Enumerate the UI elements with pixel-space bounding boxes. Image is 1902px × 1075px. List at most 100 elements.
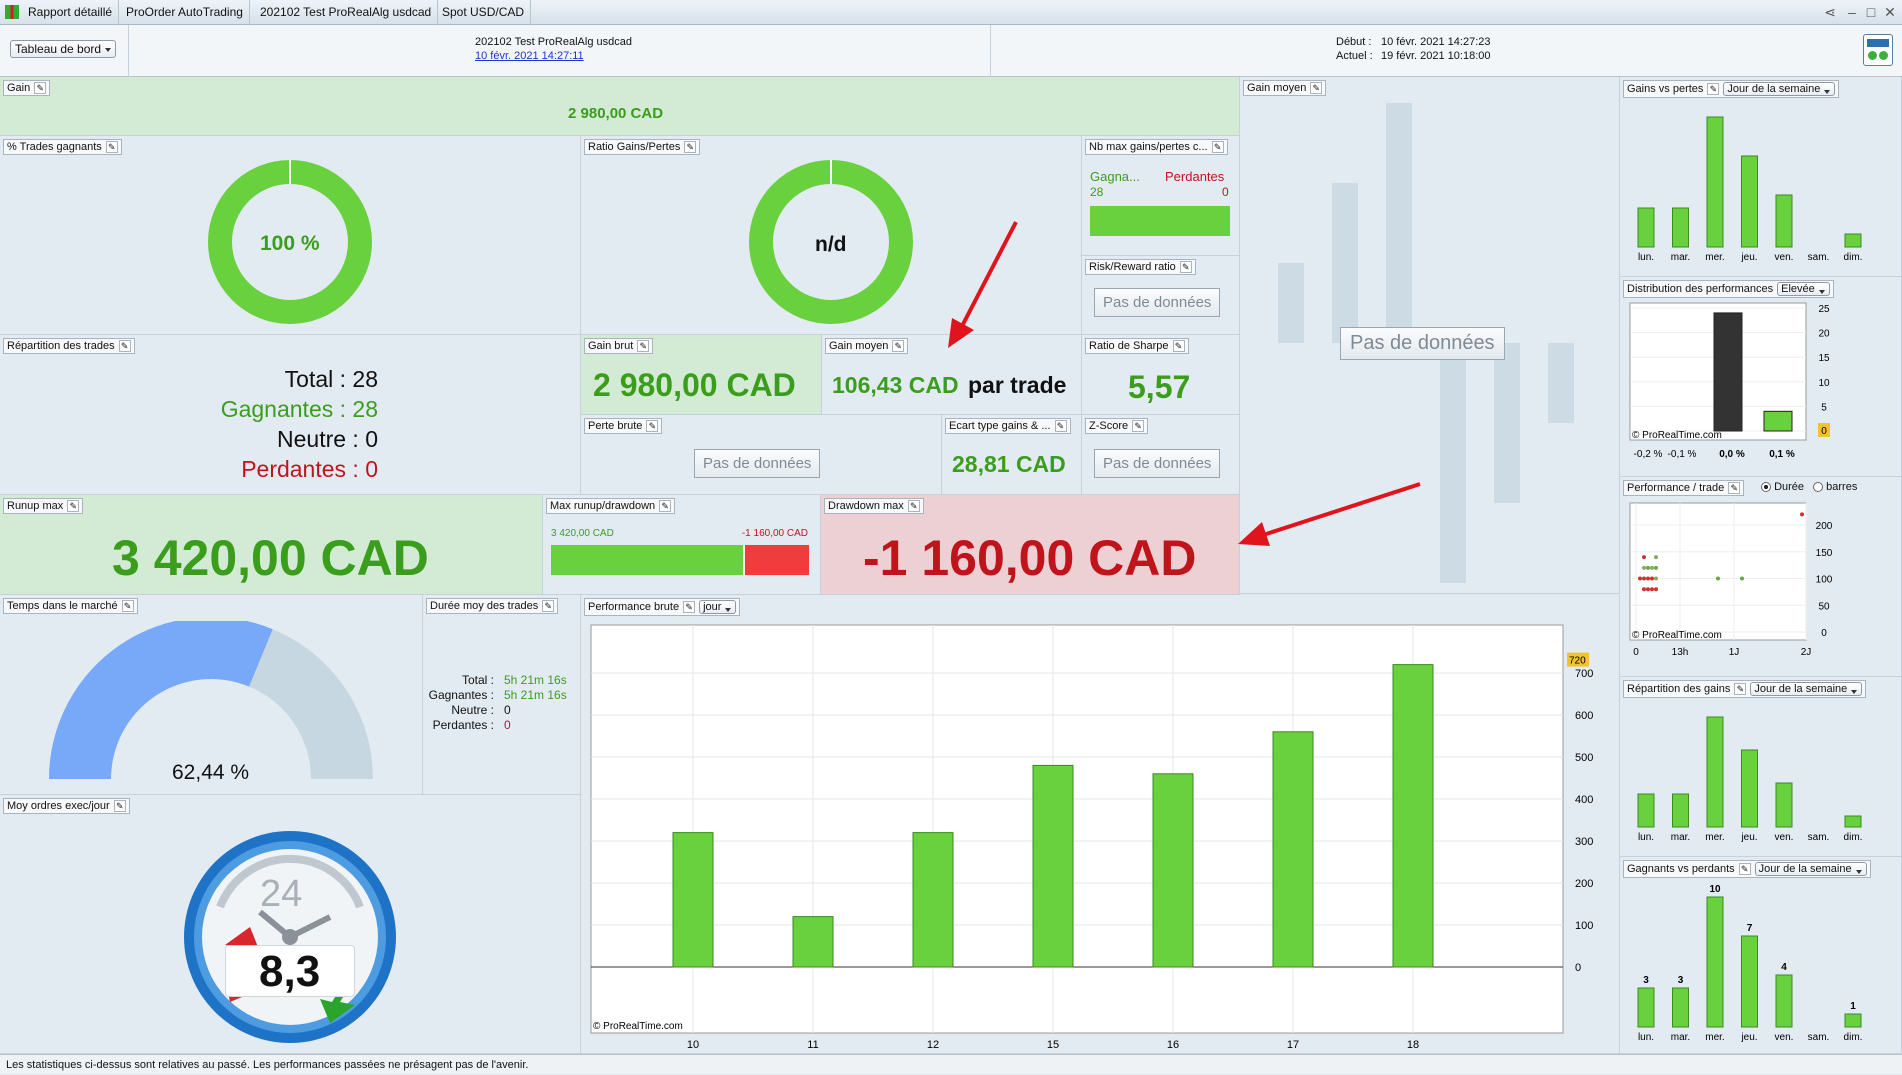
avg-gain-suffix: par trade: [968, 372, 1067, 398]
wrench-icon[interactable]: ✎: [1738, 863, 1751, 876]
x-tick-label: 0: [1633, 647, 1639, 658]
perf-per-trade-panel: Performance / trade ✎ Durée barres 0 50 100…: [1620, 477, 1902, 677]
data-label: 7: [1747, 923, 1753, 934]
weekday-dropdown[interactable]: Jour de la semaine: [1750, 682, 1863, 696]
y-tick-label: 20: [1818, 329, 1830, 340]
wrench-icon[interactable]: ✎: [683, 601, 696, 614]
tab-proorder[interactable]: ProOrder AutoTrading: [120, 0, 250, 25]
sharpe-value: 5,57: [1128, 369, 1191, 405]
wrench-icon[interactable]: ✎: [1179, 261, 1192, 274]
duration-total-label: Total :: [461, 673, 494, 687]
tab-instrument[interactable]: Spot USD/CAD: [436, 0, 532, 25]
wrench-icon[interactable]: ✎: [118, 340, 131, 353]
wrench-icon[interactable]: ✎: [542, 600, 555, 613]
wrench-icon[interactable]: ✎: [1132, 420, 1145, 433]
x-tick-label: -0,1 %: [1668, 449, 1697, 460]
winning-trades-label: % Trades gagnants ✎: [3, 139, 122, 156]
wrench-icon[interactable]: ✎: [892, 340, 905, 353]
winning-trades-panel: % Trades gagnants ✎ 100 %: [0, 136, 581, 335]
placeholder-bar: [1278, 263, 1304, 343]
wrench-icon[interactable]: ✎: [646, 420, 659, 433]
x-tick-label: 1J: [1729, 647, 1740, 658]
consecutive-loss-label: Perdantes: [1165, 169, 1225, 184]
bar: [1637, 207, 1655, 248]
wrench-icon[interactable]: ✎: [113, 800, 126, 813]
gross-performance-chart: 0 100 200 300 400 500 600 700 10 11 12 15 16 17 18 © Pr…: [590, 624, 1593, 1051]
start-label: Début :: [1336, 36, 1372, 48]
gross-loss-panel: Perte brute ✎ Pas de données: [581, 415, 942, 495]
maximize-icon[interactable]: □: [1863, 3, 1879, 21]
x-tick-label: sam.: [1808, 1032, 1830, 1043]
bar: [1272, 731, 1314, 968]
tab-rapport[interactable]: Rapport détaillé: [22, 0, 120, 25]
wrench-icon[interactable]: ✎: [67, 500, 80, 513]
bar: [1775, 782, 1793, 828]
annotation-arrow: [1238, 482, 1421, 546]
bar: [1706, 116, 1724, 248]
drawdown-bar: [744, 545, 809, 575]
wrench-icon[interactable]: ✎: [1734, 683, 1747, 696]
wrench-icon[interactable]: ✎: [1707, 83, 1720, 96]
max-consecutive-label: Nb max gains/pertes c... ✎: [1085, 139, 1228, 156]
gross-gain-label: Gain brut ✎: [584, 338, 654, 355]
x-tick-label: jeu.: [1740, 832, 1757, 843]
runup-value: 3 420,00 CAD: [112, 530, 429, 586]
wrench-icon[interactable]: ✎: [637, 340, 650, 353]
y-tick-label: 200: [1575, 878, 1593, 890]
distribution-panel: Distribution des performances Elevée 5 10 1…: [1620, 277, 1902, 477]
dashboard-dropdown[interactable]: Tableau de bord: [10, 40, 117, 58]
time-in-market-gauge: [49, 621, 373, 779]
wrench-icon[interactable]: ✎: [1310, 82, 1323, 95]
bar: [672, 832, 714, 968]
x-tick-label: lun.: [1638, 252, 1654, 263]
x-tick-label: mar.: [1671, 252, 1690, 263]
annotation-arrow: [948, 221, 1018, 348]
data-point: [1654, 565, 1658, 570]
data-point: [1654, 555, 1658, 560]
calculator-icon[interactable]: [1863, 34, 1893, 66]
distribution-label: Distribution des performances Elevée: [1623, 280, 1834, 298]
bar: [1706, 716, 1724, 828]
gain-distribution-label: Répartition des gains ✎ Jour de la semaine: [1623, 680, 1867, 698]
level-dropdown[interactable]: Elevée: [1777, 282, 1830, 296]
minimize-icon[interactable]: –: [1844, 3, 1860, 21]
drawdown-panel: Drawdown max ✎ -1 160,00 CAD: [821, 495, 1240, 595]
wrench-icon[interactable]: ✎: [907, 500, 920, 513]
share-icon[interactable]: ⋖: [1822, 3, 1838, 21]
gross-loss-label: Perte brute ✎: [584, 418, 663, 435]
gross-gain-panel: Gain brut ✎ 2 980,00 CAD: [581, 335, 822, 415]
tab-strategy[interactable]: 202102 Test ProRealAlg usdcad: [254, 0, 439, 25]
trade-split-label: Répartition des trades ✎: [3, 338, 135, 355]
strategy-date-link[interactable]: 10 févr. 2021 14:27:11: [475, 50, 584, 62]
wrench-icon[interactable]: ✎: [659, 500, 672, 513]
bar: [1844, 233, 1862, 248]
weekday-dropdown[interactable]: Jour de la semaine: [1723, 82, 1836, 96]
bar: [1741, 935, 1758, 1028]
gains-vs-losses-label: Gains vs pertes ✎ Jour de la semaine: [1623, 80, 1840, 98]
data-point: [1638, 576, 1642, 581]
runup-drawdown-label: Max runup/drawdown ✎: [546, 498, 676, 515]
duration-losers-label: Perdantes :: [432, 718, 494, 732]
close-icon[interactable]: ✕: [1882, 3, 1898, 21]
wrench-icon[interactable]: ✎: [1172, 340, 1185, 353]
period-dropdown[interactable]: jour: [699, 600, 737, 614]
y-tick-label: 50: [1818, 601, 1830, 612]
ratio-value: n/d: [815, 233, 847, 256]
wrench-icon[interactable]: ✎: [105, 141, 118, 154]
bar: [1706, 896, 1724, 1028]
data-point: [1642, 565, 1646, 570]
wrench-icon[interactable]: ✎: [34, 82, 47, 95]
gain-value: 2 980,00 CAD: [568, 105, 664, 122]
wrench-icon[interactable]: ✎: [1054, 420, 1067, 433]
wrench-icon[interactable]: ✎: [1211, 141, 1224, 154]
weekday-dropdown[interactable]: Jour de la semaine: [1754, 862, 1867, 876]
wrench-icon[interactable]: ✎: [1728, 482, 1741, 495]
x-tick-label: dim.: [1844, 252, 1863, 263]
data-point: [1800, 512, 1804, 517]
data-label: 3: [1678, 975, 1684, 986]
x-tick-label: 11: [807, 1039, 818, 1051]
wrench-icon[interactable]: ✎: [121, 600, 134, 613]
time-in-market-value: 62,44 %: [172, 761, 250, 784]
wrench-icon[interactable]: ✎: [684, 141, 697, 154]
drawdown-small: -1 160,00 CAD: [741, 528, 808, 539]
